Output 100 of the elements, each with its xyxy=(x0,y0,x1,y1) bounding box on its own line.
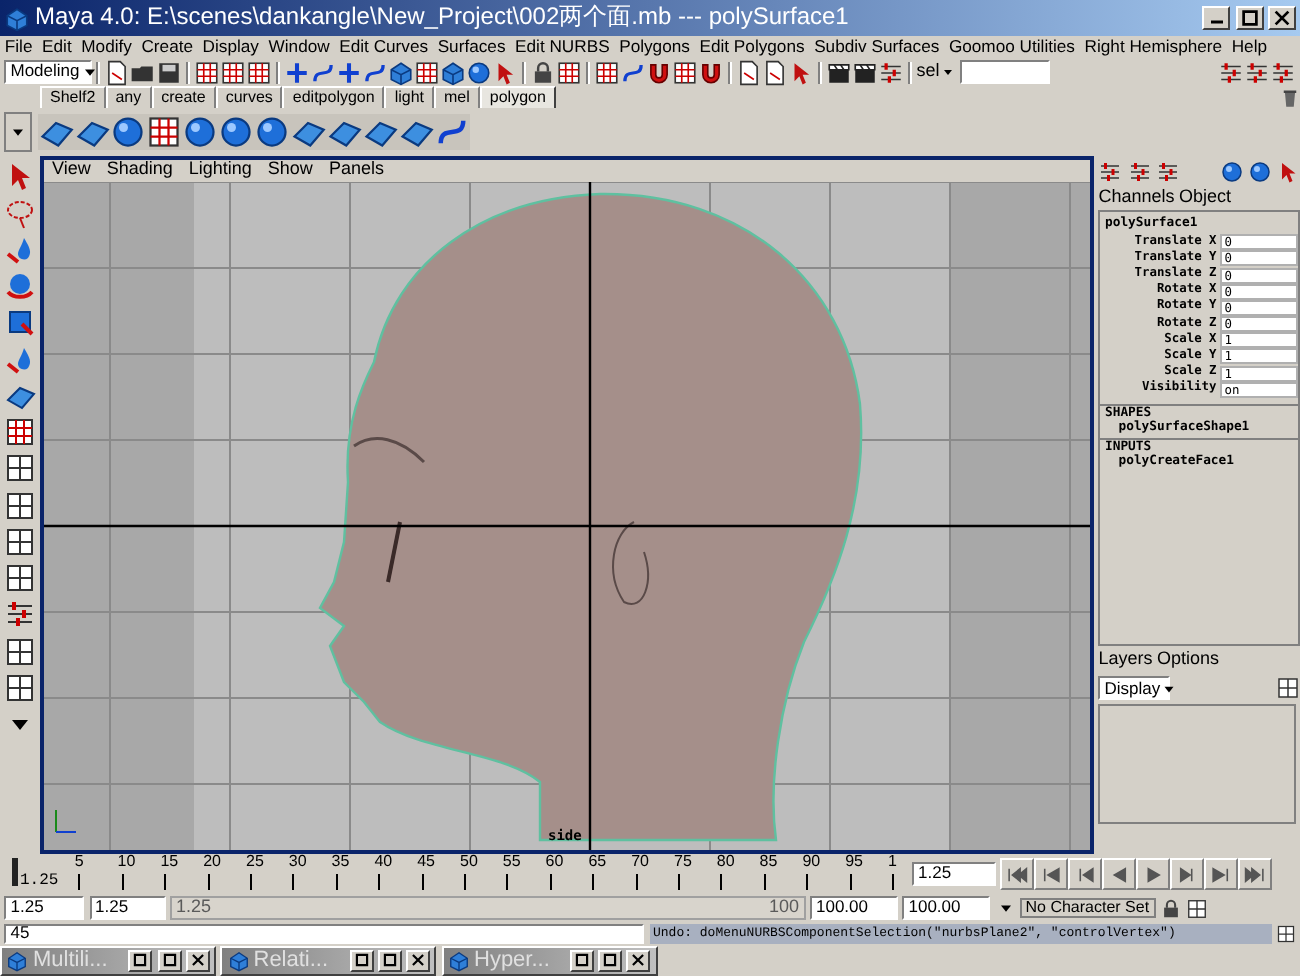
drop-icon[interactable] xyxy=(4,233,36,266)
next-key-button[interactable] xyxy=(1170,858,1205,890)
sphere-icon[interactable] xyxy=(1247,160,1272,184)
end-time-field[interactable]: 100.00 xyxy=(902,896,991,920)
layout-icon[interactable] xyxy=(4,489,36,521)
menu-item[interactable]: Create xyxy=(136,37,198,57)
step-back-button[interactable] xyxy=(1034,858,1069,890)
menu-item[interactable]: Options xyxy=(1157,650,1220,673)
menu-item[interactable]: Layers xyxy=(1098,650,1153,673)
menu-item[interactable]: Edit NURBS xyxy=(510,37,615,57)
close-button[interactable] xyxy=(1267,6,1296,30)
layout-icon[interactable] xyxy=(4,671,36,704)
range-start-field[interactable]: 1.25 xyxy=(89,896,165,920)
menu-item[interactable]: Modify xyxy=(76,37,137,57)
start-time-field[interactable]: 1.25 xyxy=(4,896,85,920)
maximize-button[interactable] xyxy=(377,949,402,971)
rewind-button[interactable] xyxy=(1000,858,1035,890)
sphere-icon[interactable] xyxy=(1219,160,1243,184)
sphere-icon[interactable] xyxy=(109,114,145,150)
sliders-icon[interactable] xyxy=(1098,160,1123,184)
maximize-button[interactable] xyxy=(1235,6,1263,30)
shelf-tab[interactable]: light xyxy=(384,86,434,108)
sphere-icon[interactable] xyxy=(253,114,289,150)
shelf-tab[interactable]: editpolygon xyxy=(282,86,385,108)
menu-item[interactable]: Display xyxy=(197,37,264,57)
drop-icon[interactable] xyxy=(4,343,36,375)
shelf-menu-button[interactable] xyxy=(4,112,33,152)
maximize-button[interactable] xyxy=(157,949,181,971)
previous-key-button[interactable] xyxy=(1068,858,1103,890)
plus-icon[interactable] xyxy=(336,59,363,85)
cube-icon[interactable] xyxy=(388,59,415,85)
menu-item[interactable]: Lighting xyxy=(180,160,260,182)
menu-item[interactable]: File xyxy=(0,37,38,57)
layout-icon[interactable] xyxy=(1275,923,1296,943)
menu-item[interactable]: Subdiv Surfaces xyxy=(809,37,945,57)
menu-item[interactable]: Panels xyxy=(320,160,392,182)
curve-icon[interactable] xyxy=(310,59,337,85)
menu-item[interactable]: Polygons xyxy=(614,37,695,57)
layout-icon[interactable] xyxy=(1186,897,1209,919)
grid-icon[interactable] xyxy=(246,59,273,85)
sphere-icon[interactable] xyxy=(466,59,493,85)
shelf-tab[interactable]: any xyxy=(105,86,152,108)
step-forward-button[interactable] xyxy=(1204,858,1239,890)
menu-item[interactable]: Goomoo Utilities xyxy=(944,37,1080,57)
clapperboard-icon[interactable] xyxy=(826,59,853,85)
current-frame-field[interactable]: 1.25 xyxy=(912,862,996,886)
sphere-icon[interactable] xyxy=(181,114,217,150)
layout-icon[interactable] xyxy=(4,562,36,594)
layout-icon[interactable] xyxy=(1276,676,1300,701)
grid-icon[interactable] xyxy=(194,59,221,85)
grid-icon[interactable] xyxy=(4,416,36,448)
sliders-icon[interactable] xyxy=(1269,59,1296,85)
maximize-button[interactable] xyxy=(598,949,622,971)
grid-icon[interactable] xyxy=(414,59,441,85)
play-backwards-button[interactable] xyxy=(1102,858,1137,890)
close-button[interactable] xyxy=(626,949,651,971)
clapperboard-icon[interactable] xyxy=(852,59,879,85)
shelf-tab[interactable]: mel xyxy=(434,86,480,108)
layer-mode-dropdown[interactable]: Display xyxy=(1098,676,1171,701)
scale-icon[interactable] xyxy=(4,306,36,339)
menu-item[interactable]: Right Hemisphere xyxy=(1079,37,1227,57)
sliders-icon[interactable] xyxy=(1217,59,1244,85)
current-time-marker[interactable] xyxy=(12,858,18,886)
lock-icon[interactable] xyxy=(530,59,557,85)
sliders-icon[interactable] xyxy=(878,59,905,85)
fast-forward-button[interactable] xyxy=(1238,858,1273,890)
grid-icon[interactable] xyxy=(220,59,247,85)
cube-icon[interactable] xyxy=(440,59,467,85)
sliders-icon[interactable] xyxy=(4,598,36,631)
restore-button[interactable] xyxy=(128,949,153,971)
plus-icon[interactable] xyxy=(284,59,311,85)
close-button[interactable] xyxy=(406,949,430,971)
sliders-icon[interactable] xyxy=(1155,160,1180,184)
lasso-icon[interactable] xyxy=(4,197,36,229)
shelf-tab[interactable]: create xyxy=(151,86,216,108)
restore-button[interactable] xyxy=(569,949,594,971)
trash-icon[interactable] xyxy=(1280,88,1300,108)
grid-icon[interactable] xyxy=(556,59,583,85)
menu-item[interactable]: Edit xyxy=(37,37,77,57)
menu-item[interactable]: View xyxy=(44,160,99,182)
grid-icon[interactable] xyxy=(145,114,181,150)
lock-icon[interactable] xyxy=(1159,897,1182,919)
rotate-icon[interactable] xyxy=(4,270,36,302)
range-end-field[interactable]: 100.00 xyxy=(810,896,898,920)
shelf-tab[interactable]: Shelf2 xyxy=(40,86,106,108)
grid-icon[interactable] xyxy=(594,59,621,85)
sliders-icon[interactable] xyxy=(1127,160,1151,184)
play-button[interactable] xyxy=(1136,858,1171,890)
curve-icon[interactable] xyxy=(620,59,647,85)
menu-item[interactable]: Help xyxy=(1226,37,1272,57)
menu-item[interactable]: Object xyxy=(1179,188,1232,210)
menu-item[interactable]: Show xyxy=(259,160,321,182)
sphere-icon[interactable] xyxy=(217,114,253,150)
menu-item[interactable]: Window xyxy=(263,37,335,57)
shelf-tab[interactable]: polygon xyxy=(479,86,556,108)
document-icon[interactable] xyxy=(104,59,131,85)
curve-icon[interactable] xyxy=(362,59,389,85)
sliders-icon[interactable] xyxy=(1243,59,1270,85)
menu-item[interactable]: Edit Polygons xyxy=(694,37,810,57)
mode-dropdown[interactable]: Modeling xyxy=(4,60,93,84)
